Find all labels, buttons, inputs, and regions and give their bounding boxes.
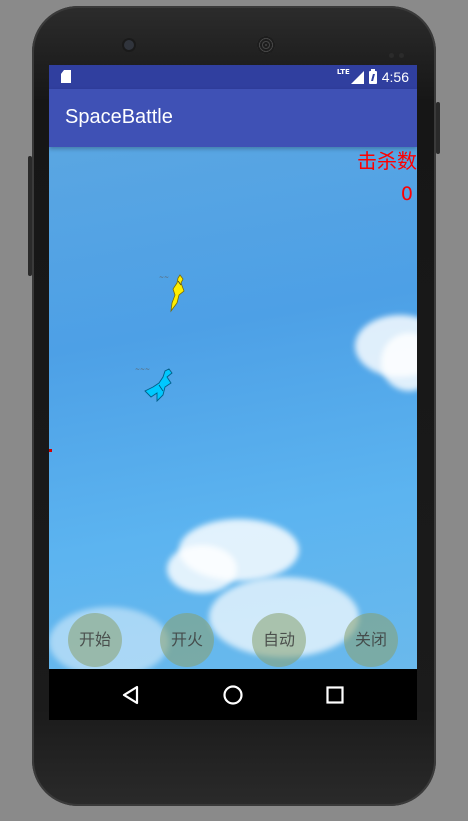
earpiece-speaker	[257, 36, 275, 54]
network-type-label: LTE	[336, 68, 350, 76]
start-button[interactable]: 开始	[68, 613, 122, 667]
status-icons: LTE 4:56	[337, 68, 409, 86]
back-icon[interactable]	[119, 683, 143, 707]
cyan-ship: ~~~	[135, 366, 179, 403]
device-screen: LTE 4:56 SpaceBattle 击杀数 0 ~~ ~~~ 开始 开火 …	[49, 65, 417, 720]
app-bar: SpaceBattle	[49, 89, 417, 147]
home-icon[interactable]	[221, 683, 245, 707]
status-bar: LTE 4:56	[49, 65, 417, 89]
fire-button[interactable]: 开火	[160, 613, 214, 667]
kill-count-label: 击杀数	[357, 149, 417, 173]
yellow-ship: ~~	[159, 273, 189, 313]
kill-count-value: 0	[400, 183, 413, 205]
auto-button[interactable]: 自动	[252, 613, 306, 667]
game-controls: 开始 开火 自动 关闭	[49, 613, 417, 669]
front-camera	[124, 40, 134, 50]
clock: 4:56	[381, 69, 409, 85]
enemy-bullet	[49, 449, 52, 452]
cyan-ship-tag: ~~~	[135, 366, 151, 373]
proximity-sensors	[389, 43, 409, 62]
signal-icon	[350, 70, 364, 84]
battery-icon	[368, 68, 377, 84]
power-button	[436, 102, 440, 154]
cloud-bottom-left	[167, 545, 237, 593]
sd-card-icon	[61, 70, 71, 83]
close-button[interactable]: 关闭	[344, 613, 398, 667]
volume-button	[28, 156, 32, 276]
recents-icon[interactable]	[323, 683, 347, 707]
game-canvas[interactable]: 击杀数 0 ~~ ~~~ 开始 开火 自动 关闭	[49, 147, 417, 669]
yellow-ship-tag: ~~	[159, 274, 170, 281]
navigation-bar	[49, 669, 417, 720]
app-title: SpaceBattle	[65, 106, 173, 128]
